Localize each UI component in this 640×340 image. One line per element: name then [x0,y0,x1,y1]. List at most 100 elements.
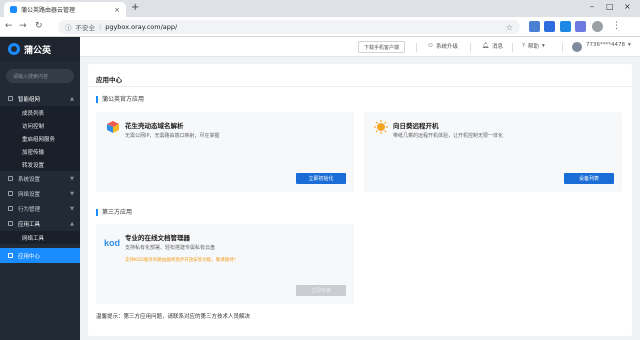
sub-item-forwarding[interactable]: 转发设置 [0,158,80,171]
sidebar-item-network-settings[interactable]: 网络设置 ▼ [0,186,80,201]
url-bar[interactable]: ⓘ 不安全 | pgybox.oray.com/app/ ☆ [58,20,520,34]
browser-tab[interactable]: 蒲公英路由器云管理 × [4,2,126,17]
sun-icon [374,120,388,134]
page-title: 应用中心 [96,76,122,84]
chevron-down-icon: ▾ [541,43,545,49]
card-title: 专业的在线文档管理器 [125,234,190,242]
device-list-button[interactable]: 设备列表 [564,173,614,184]
person-icon: ⚇ [428,43,433,49]
chevron-down-icon: ▾ [628,42,631,48]
sidebar-item-label: 系统设置 [18,176,41,183]
account-label: 7736****4478 [586,42,625,48]
extension-new-icon[interactable] [544,21,555,32]
kod-logo: kod [104,238,121,248]
install-button[interactable]: 立即安装 [296,285,346,296]
favicon-icon [10,6,17,13]
divider [416,43,417,52]
section-official-title: 蒲公英官方应用 [96,96,144,103]
close-icon[interactable]: × [114,6,120,14]
extension-translate-icon[interactable] [529,21,540,32]
chevron-up-icon: ▲ [70,95,74,102]
sidebar-item-label: 应用工具 [18,221,41,228]
info-icon: ⓘ [65,24,72,32]
divider [470,43,471,52]
sidebar-item-system[interactable]: 系统设置 ▼ [0,171,80,186]
forward-icon[interactable]: → [19,21,27,31]
top-header: 下载手机客户端 ⚇ 系统升级 🔔︎ 消息 ? 帮助 ▾ 7736****4478… [80,37,640,57]
card-description: 带纸几乘的远程开机体验，让开机控制无限一体化 [393,133,504,139]
sidebar-item-label: 智能组网 [18,96,41,103]
chevron-down-icon: ▼ [70,205,74,212]
app-card-sunlogin: 向日葵远程开机 带纸几乘的远程开机体验，让开机控制无限一体化 设备列表 [364,112,622,192]
app-center-icon [8,253,13,258]
chevron-up-icon: ▲ [70,220,74,227]
sidebar: 蒲公英 请输入搜索内容 智能组网 ▲ 成员列表 访问控制 重启组网服务 加密传输… [0,37,80,340]
card-title: 花生壳动态域名解析 [125,122,184,130]
card-title: 向日葵远程开机 [393,122,439,130]
reload-icon[interactable]: ↻ [35,21,43,31]
tools-submenu: 网络工具 [0,231,80,244]
card-description: 支持私有化部署、轻松搭建专属私有云盘 [125,245,216,251]
bookmark-star-icon[interactable]: ☆ [506,23,513,32]
globe-icon [8,191,13,196]
help-label: 帮助 [527,44,539,50]
address-bar: ← → ↻ ⓘ 不安全 | pgybox.oray.com/app/ ☆ ⋮ [0,17,640,37]
new-tab-button[interactable]: + [131,2,139,13]
help-link[interactable]: ? 帮助 ▾ [522,42,545,50]
profile-icon[interactable] [592,21,603,32]
footer-tip: 温馨提示：第三方应用问题，请联系对应的第三方技术人员解决 [96,314,251,320]
cube-icon [107,121,119,133]
app-card-oray-ddns: 花生壳动态域名解析 无需公网IP、无需路由端口映射，尽在掌握 立即初始化 [96,112,354,192]
sidebar-search-input[interactable]: 请输入搜索内容 [6,69,74,83]
back-icon[interactable]: ← [5,21,13,31]
security-label: 不安全 [75,24,96,32]
sidebar-item-label: 网络设置 [18,191,41,198]
tab-title: 蒲公英路由器云管理 [21,7,76,14]
sub-item-encryption[interactable]: 加密传输 [0,145,80,158]
logo-text: 蒲公英 [24,45,52,56]
sub-item-network-tools[interactable]: 网络工具 [0,231,80,244]
minimize-icon[interactable]: – [590,2,594,11]
window-close-icon[interactable]: × [624,2,631,11]
settings-icon [8,176,13,181]
app-card-kod: kod 专业的在线文档管理器 支持私有化部署、轻松搭建专属私有云盘 支持KOD服… [96,224,354,304]
chevron-down-icon: ▼ [70,190,74,197]
card-description: 无需公网IP、无需路由端口映射，尽在掌握 [125,133,220,139]
divider [512,43,513,52]
system-upgrade-link[interactable]: ⚇ 系统升级 [428,42,458,50]
maximize-icon[interactable]: □ [606,2,614,11]
network-icon [8,96,13,101]
initialize-button[interactable]: 立即初始化 [296,173,346,184]
sub-item-restart[interactable]: 重启组网服务 [0,132,80,145]
main-panel: 应用中心 蒲公英官方应用 花生壳动态域名解析 无需公网IP、无需路由端口映射，尽… [88,64,632,336]
upgrade-label: 系统升级 [435,44,458,50]
menu-kebab-icon[interactable]: ⋮ [612,21,621,31]
sub-item-members[interactable]: 成员列表 [0,106,80,119]
logo-icon [8,43,20,55]
card-note: 支持KOD服务的路由器将逐步开放安装功能，敬请期待！ [125,258,239,263]
account-menu[interactable]: 7736****4478 ▾ [586,42,631,48]
divider [562,43,563,52]
sidebar-item-network[interactable]: 智能组网 ▲ [0,91,80,106]
extension-puzzle-icon[interactable] [575,21,586,32]
help-icon: ? [522,43,525,49]
bell-icon: 🔔︎ [482,43,489,49]
avatar[interactable] [572,42,582,52]
sidebar-item-behavior[interactable]: 行为管理 ▼ [0,201,80,216]
section-third-party-title: 第三方应用 [96,209,132,216]
sidebar-item-label: 行为管理 [18,206,41,213]
extension-icon[interactable] [560,21,571,32]
chevron-down-icon: ▼ [70,175,74,182]
messages-label: 消息 [491,44,503,50]
download-client-button[interactable]: 下载手机客户端 [358,41,406,53]
sidebar-item-label: 应用中心 [18,253,41,260]
sub-item-access-control[interactable]: 访问控制 [0,119,80,132]
browser-tabbar: 蒲公英路由器云管理 × + – □ × [0,0,640,17]
divider: | [99,23,102,31]
app-logo[interactable]: 蒲公英 [0,37,80,61]
messages-link[interactable]: 🔔︎ 消息 [482,42,503,50]
url-text: pgybox.oray.com/app/ [105,23,178,31]
sidebar-item-app-center[interactable]: 应用中心 [0,248,80,263]
network-submenu: 成员列表 访问控制 重启组网服务 加密传输 转发设置 [0,106,80,171]
sidebar-item-tools[interactable]: 应用工具 ▲ [0,216,80,231]
